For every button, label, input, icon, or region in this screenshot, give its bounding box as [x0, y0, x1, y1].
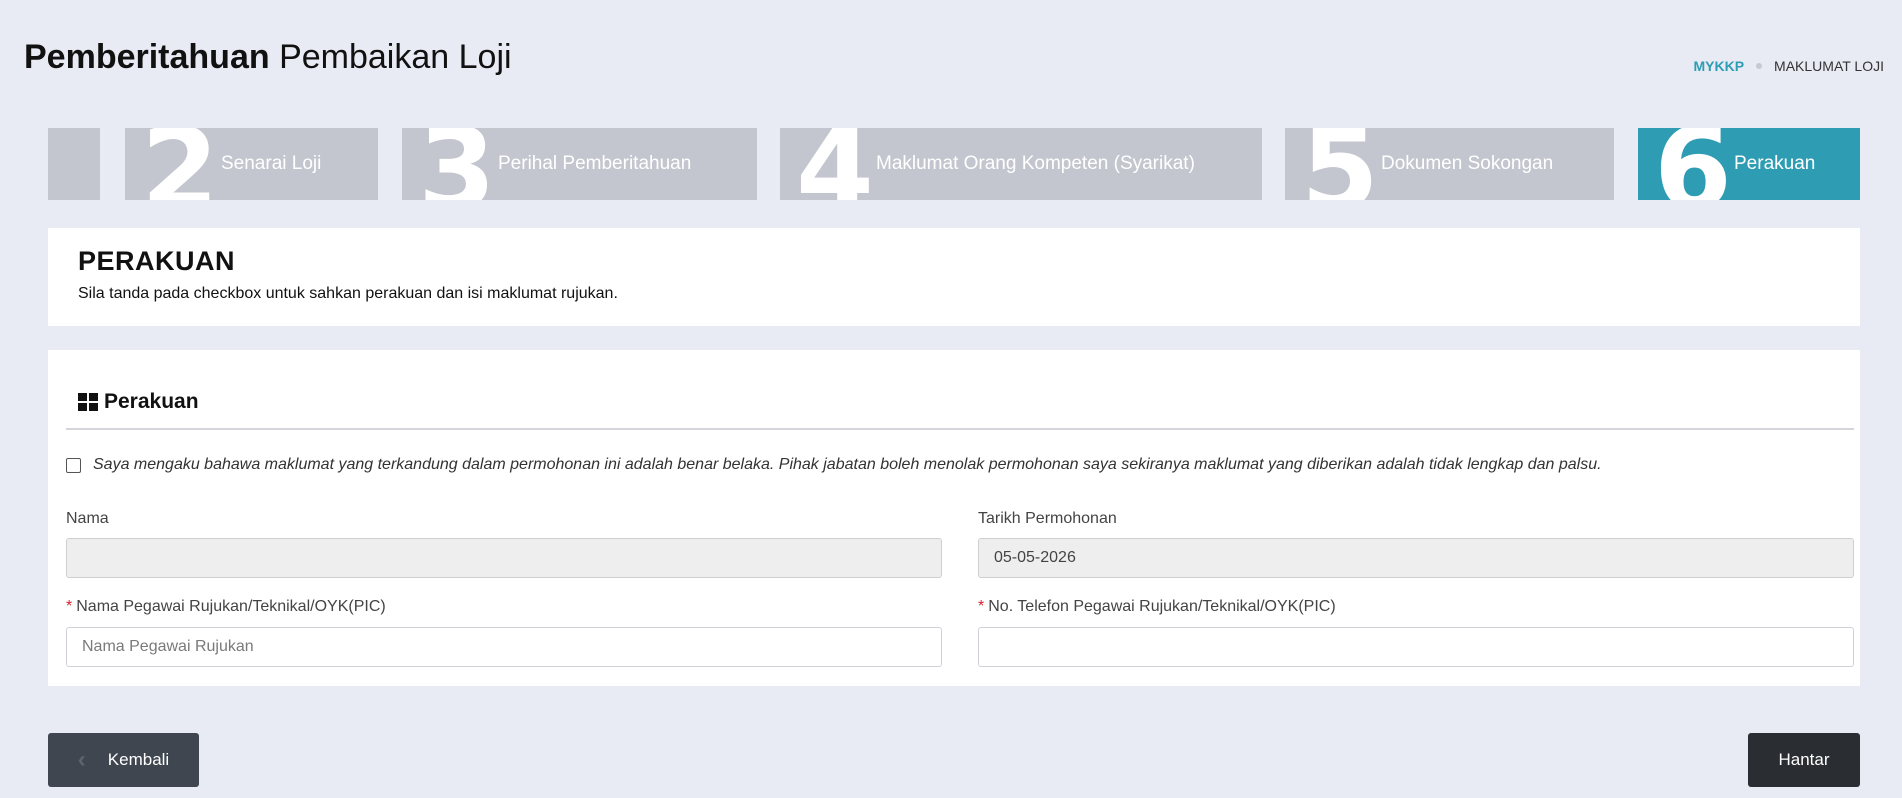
step-label: Perihal Pemberitahuan: [498, 153, 692, 174]
page-title: Pemberitahuan Pembaikan Loji: [24, 38, 512, 77]
step-number: 5: [1301, 128, 1379, 200]
step-label: Maklumat Orang Kompeten (Syarikat): [876, 153, 1195, 174]
page-title-bold: Pemberitahuan: [24, 38, 270, 76]
step-number: 2: [141, 128, 219, 200]
intro-subtitle: Sila tanda pada checkbox untuk sahkan pe…: [78, 285, 618, 302]
section-divider: [66, 428, 1854, 430]
pic-label: * Nama Pegawai Rujukan/Teknikal/OYK(PIC): [66, 598, 386, 616]
phone-label: * No. Telefon Pegawai Rujukan/Teknikal/OY…: [978, 598, 1336, 616]
breadcrumb-separator-dot: [1756, 63, 1763, 69]
phone-label-text: No. Telefon Pegawai Rujukan/Teknikal/OYK…: [988, 598, 1336, 615]
pic-phone-input[interactable]: [978, 627, 1854, 667]
page-title-light: Pembaikan Loji: [279, 38, 512, 76]
pic-label-text: Nama Pegawai Rujukan/Teknikal/OYK(PIC): [76, 598, 386, 615]
submit-button[interactable]: Hantar: [1748, 733, 1860, 787]
wizard-steps: 2 Senarai Loji 3 Perihal Pemberitahuan 4…: [48, 128, 1860, 200]
step-number: 3: [418, 128, 496, 200]
declaration-checkbox[interactable]: [66, 457, 81, 473]
pic-name-input[interactable]: Nama Pegawai Rujukan: [66, 627, 942, 667]
wizard-step-3[interactable]: 3 Perihal Pemberitahuan: [402, 128, 757, 200]
required-mark: *: [978, 598, 985, 615]
declaration-text: Saya mengaku bahawa maklumat yang terkan…: [93, 456, 1602, 473]
wizard-step-6[interactable]: 6 Perakuan: [1638, 128, 1860, 200]
declaration-row: Saya mengaku bahawa maklumat yang terkan…: [66, 456, 1602, 474]
wizard-step-4[interactable]: 4 Maklumat Orang Kompeten (Syarikat): [780, 128, 1262, 200]
grid-icon: [78, 393, 98, 411]
declaration-form-card: Perakuan Saya mengaku bahawa maklumat ya…: [48, 350, 1860, 686]
intro-title: PERAKUAN: [78, 246, 236, 276]
nama-label: Nama: [66, 510, 109, 527]
back-button[interactable]: ‹ Kembali: [48, 733, 199, 787]
section-title: Perakuan: [78, 390, 199, 414]
wizard-step-5[interactable]: 5 Dokumen Sokongan: [1285, 128, 1614, 200]
step-label: Senarai Loji: [221, 153, 322, 174]
section-title-text: Perakuan: [104, 390, 199, 413]
step-number: 4: [796, 128, 874, 200]
breadcrumb: MYKKP MAKLUMAT LOJI: [1693, 58, 1884, 74]
back-button-label: Kembali: [107, 750, 170, 769]
intro-card: PERAKUAN Sila tanda pada checkbox untuk …: [48, 228, 1860, 326]
breadcrumb-current: MAKLUMAT LOJI: [1774, 58, 1884, 74]
tarikh-label: Tarikh Permohonan: [978, 510, 1117, 527]
chevron-left-icon: ‹: [77, 746, 86, 773]
step-label: Dokumen Sokongan: [1381, 153, 1554, 174]
step-label: Perakuan: [1734, 153, 1816, 174]
step-number: 6: [1654, 128, 1732, 200]
tarikh-field: 05-05-2026: [978, 538, 1854, 578]
required-mark: *: [66, 598, 73, 615]
wizard-step-1[interactable]: [48, 128, 100, 200]
nama-field: [66, 538, 942, 578]
breadcrumb-home-link[interactable]: MYKKP: [1693, 58, 1744, 74]
wizard-step-2[interactable]: 2 Senarai Loji: [125, 128, 378, 200]
